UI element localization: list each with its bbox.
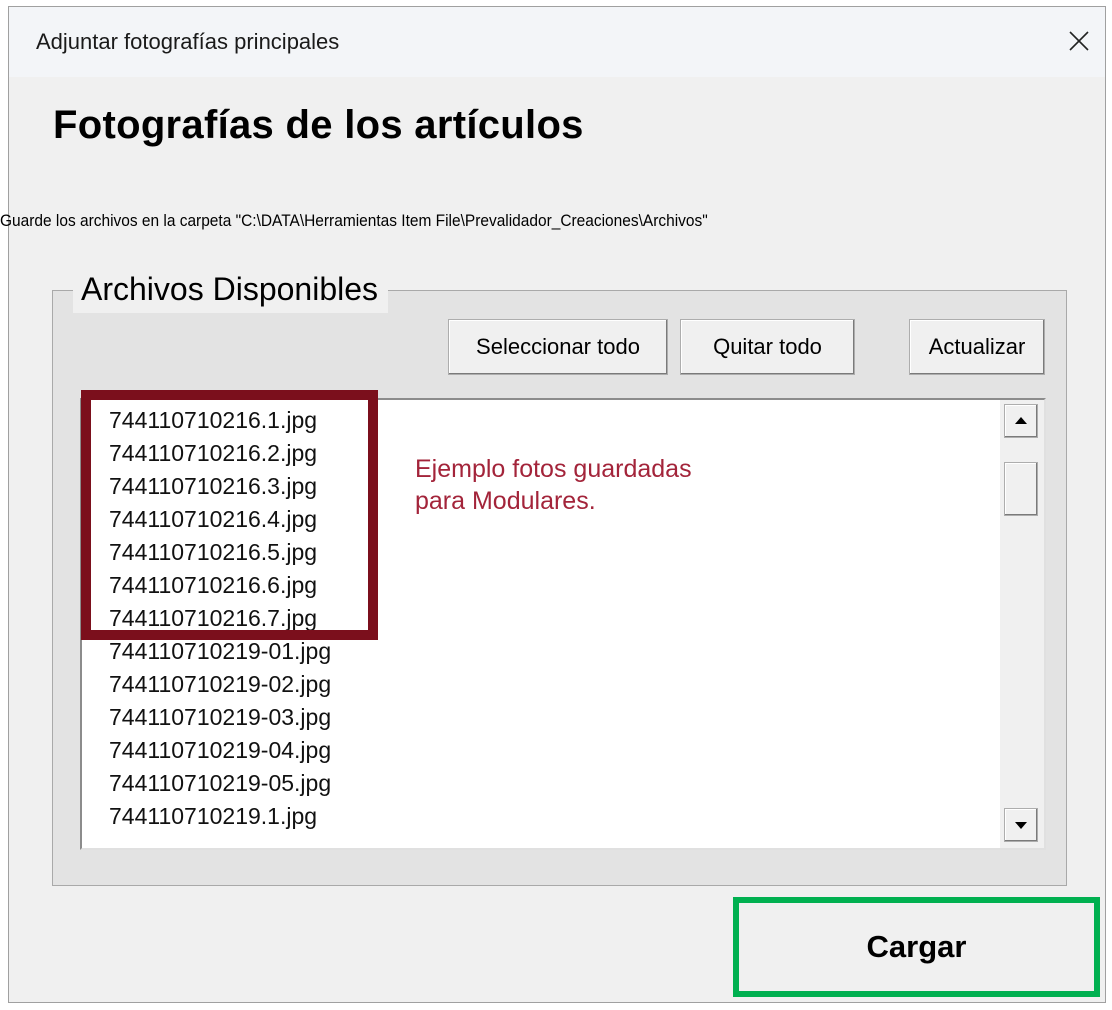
list-item[interactable]: 744110710216.6.jpg (109, 569, 331, 602)
group-legend: Archivos Disponibles (73, 269, 389, 313)
list-item[interactable]: 744110710219-01.jpg (109, 635, 331, 668)
file-list: 744110710216.1.jpg 744110710216.2.jpg 74… (109, 404, 331, 833)
scroll-up-button[interactable] (1004, 404, 1038, 438)
file-listbox[interactable]: 744110710216.1.jpg 744110710216.2.jpg 74… (80, 398, 1046, 850)
select-all-button[interactable]: Seleccionar todo (448, 319, 668, 375)
scroll-down-arrow-icon (1015, 822, 1027, 829)
available-files-group: Archivos Disponibles Seleccionar todo Qu… (52, 269, 1067, 886)
list-item[interactable]: 744110710219.1.jpg (109, 800, 331, 833)
clear-all-button[interactable]: Quitar todo (680, 319, 855, 375)
window-title: Adjuntar fotografías principales (36, 29, 340, 54)
scroll-thumb[interactable] (1004, 462, 1038, 516)
close-icon (1069, 31, 1089, 51)
load-button[interactable]: Cargar (733, 897, 1100, 997)
refresh-button[interactable]: Actualizar (909, 319, 1045, 375)
scroll-down-button[interactable] (1004, 808, 1038, 842)
folder-path-instruction: Guarde los archivos en la carpeta "C:\DA… (0, 211, 708, 230)
list-item[interactable]: 744110710216.1.jpg (109, 404, 331, 437)
scroll-up-arrow-icon (1015, 417, 1027, 424)
list-item[interactable]: 744110710219-03.jpg (109, 701, 331, 734)
list-item[interactable]: 744110710216.2.jpg (109, 437, 331, 470)
list-item[interactable]: 744110710216.3.jpg (109, 470, 331, 503)
list-item[interactable]: 744110710216.5.jpg (109, 536, 331, 569)
vertical-scrollbar[interactable] (1000, 400, 1044, 848)
list-item[interactable]: 744110710216.4.jpg (109, 503, 331, 536)
title-bar: Adjuntar fotografías principales (9, 7, 1105, 77)
list-item[interactable]: 744110710219-05.jpg (109, 767, 331, 800)
list-item[interactable]: 744110710219-04.jpg (109, 734, 331, 767)
list-item[interactable]: 744110710219-02.jpg (109, 668, 331, 701)
close-button[interactable] (1057, 19, 1101, 63)
page-title: Fotografías de los artículos (53, 103, 584, 147)
list-item[interactable]: 744110710216.7.jpg (109, 602, 331, 635)
